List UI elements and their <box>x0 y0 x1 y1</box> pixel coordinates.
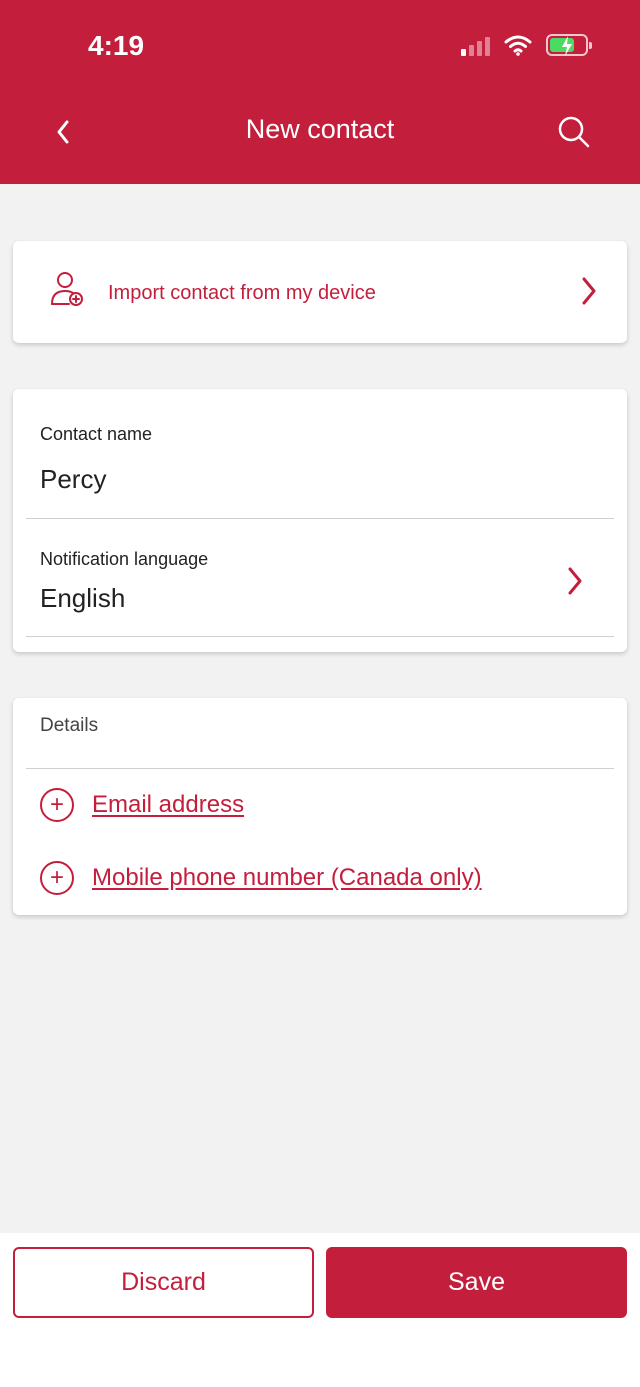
contact-name-label: Contact name <box>40 424 153 444</box>
discard-button[interactable]: Discard <box>13 1247 314 1318</box>
plus-circle-icon: + <box>40 788 74 822</box>
divider <box>26 636 614 637</box>
app-header: 4:19 New contact <box>0 0 640 184</box>
plus-circle-icon: + <box>40 861 74 895</box>
save-button[interactable]: Save <box>326 1247 627 1318</box>
notification-language-select[interactable]: English <box>40 583 125 614</box>
add-person-icon <box>51 272 83 306</box>
add-phone-button[interactable]: + Mobile phone number (Canada only) <box>40 861 482 895</box>
wifi-icon <box>504 35 532 56</box>
footer-bar: Discard Save <box>0 1233 640 1387</box>
battery-charging-icon <box>546 34 592 56</box>
page-title: New contact <box>245 114 395 144</box>
divider <box>26 518 614 519</box>
contact-name-field[interactable]: Percy <box>40 464 106 495</box>
divider <box>26 768 614 769</box>
chevron-right-icon[interactable] <box>565 565 585 597</box>
import-contact-card[interactable]: Import contact from my device <box>13 241 627 343</box>
chevron-right-icon <box>579 275 599 307</box>
status-time: 4:19 <box>88 30 145 61</box>
details-title: Details <box>40 715 99 736</box>
add-phone-link[interactable]: Mobile phone number (Canada only) <box>92 864 482 892</box>
status-icons <box>461 34 592 56</box>
contact-form-card: Contact name Percy Notification language… <box>13 389 627 652</box>
add-email-button[interactable]: + Email address <box>40 788 244 822</box>
details-card: Details + Email address + Mobile phone n… <box>13 698 627 915</box>
search-icon <box>558 116 590 148</box>
cellular-signal-icon <box>461 34 490 56</box>
notification-language-label: Notification language <box>40 549 209 569</box>
import-contact-label: Import contact from my device <box>108 282 376 304</box>
search-button[interactable] <box>554 112 594 152</box>
add-email-link[interactable]: Email address <box>92 791 244 819</box>
